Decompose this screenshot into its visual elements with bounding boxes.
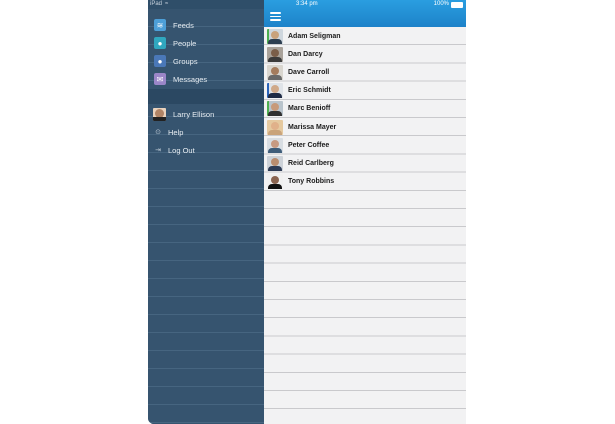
person-name: Tony Robbins [288, 178, 335, 186]
list-item[interactable]: Eric Schmidt [264, 82, 466, 100]
feeds-icon: ≋ [154, 19, 166, 31]
sidebar-item-label: People [173, 38, 197, 48]
sidebar-item-label: Help [168, 127, 184, 137]
list-item[interactable]: Peter Coffee [264, 136, 466, 154]
person-name: Eric Schmidt [288, 87, 331, 95]
sidebar-item-help[interactable]: ⊙ Help [148, 123, 264, 141]
person-name: Reid Carlberg [288, 159, 334, 167]
sidebar-item-profile[interactable]: Larry Ellison [148, 105, 264, 123]
ipad-screen: ≋ Feeds ● People ● Groups ✉ Messages Lar… [148, 0, 466, 424]
sidebar-item-feeds[interactable]: ≋ Feeds [148, 16, 264, 34]
person-name: Marc Benioff [288, 105, 331, 113]
sidebar-item-people[interactable]: ● People [148, 34, 264, 52]
user-avatar [153, 107, 166, 121]
person-avatar [267, 28, 283, 44]
list-item[interactable]: Adam Seligman [264, 27, 466, 45]
list-item[interactable]: Dave Carroll [264, 63, 466, 81]
sidebar-item-messages[interactable]: ✉ Messages [148, 70, 264, 88]
sidebar-divider [148, 89, 264, 104]
sidebar-item-logout[interactable]: ⇥ Log Out [148, 141, 264, 159]
person-avatar [267, 174, 283, 190]
help-icon: ⊙ [155, 129, 161, 136]
people-icon: ● [154, 37, 166, 49]
list-item[interactable]: Dan Darcy [264, 45, 466, 63]
status-bar: iPad ≈ 3:34 pm 100% [148, 0, 466, 9]
sidebar-item-label: Groups [173, 56, 198, 66]
sidebar-item-groups[interactable]: ● Groups [148, 52, 264, 70]
list-item[interactable]: Reid Carlberg [264, 154, 466, 172]
person-avatar [267, 137, 283, 153]
battery-icon [451, 1, 463, 8]
person-name: Peter Coffee [288, 141, 330, 149]
sidebar-item-label: Log Out [168, 145, 195, 155]
person-avatar [267, 119, 283, 135]
sidebar: ≋ Feeds ● People ● Groups ✉ Messages Lar… [148, 0, 264, 424]
person-name: Dave Carroll [288, 68, 330, 76]
carrier-label: iPad ≈ [150, 1, 169, 7]
messages-icon: ✉ [154, 73, 166, 85]
person-avatar [267, 83, 283, 99]
groups-icon: ● [154, 55, 166, 67]
people-panel: Adam Seligman Dan Darcy Dave Carroll Eri… [264, 0, 466, 424]
list-item[interactable]: Marissa Mayer [264, 118, 466, 136]
people-list: Adam Seligman Dan Darcy Dave Carroll Eri… [264, 27, 466, 424]
person-avatar [267, 64, 283, 80]
list-item[interactable]: Tony Robbins [264, 173, 466, 191]
logout-icon: ⇥ [155, 147, 161, 154]
sidebar-item-label: Feeds [173, 20, 194, 30]
clock: 3:34 pm [296, 1, 318, 7]
person-name: Dan Darcy [288, 50, 323, 58]
person-name: Adam Seligman [288, 32, 341, 40]
person-avatar [267, 101, 283, 117]
person-name: Marissa Mayer [288, 123, 337, 131]
wifi-icon: ≈ [165, 1, 169, 7]
hamburger-menu-icon[interactable] [270, 12, 281, 21]
list-item[interactable]: Marc Benioff [264, 100, 466, 118]
battery-indicator: 100% [434, 0, 463, 9]
sidebar-item-label: Larry Ellison [173, 109, 215, 119]
person-avatar [267, 155, 283, 171]
person-avatar [267, 46, 283, 62]
sidebar-item-label: Messages [173, 74, 208, 84]
